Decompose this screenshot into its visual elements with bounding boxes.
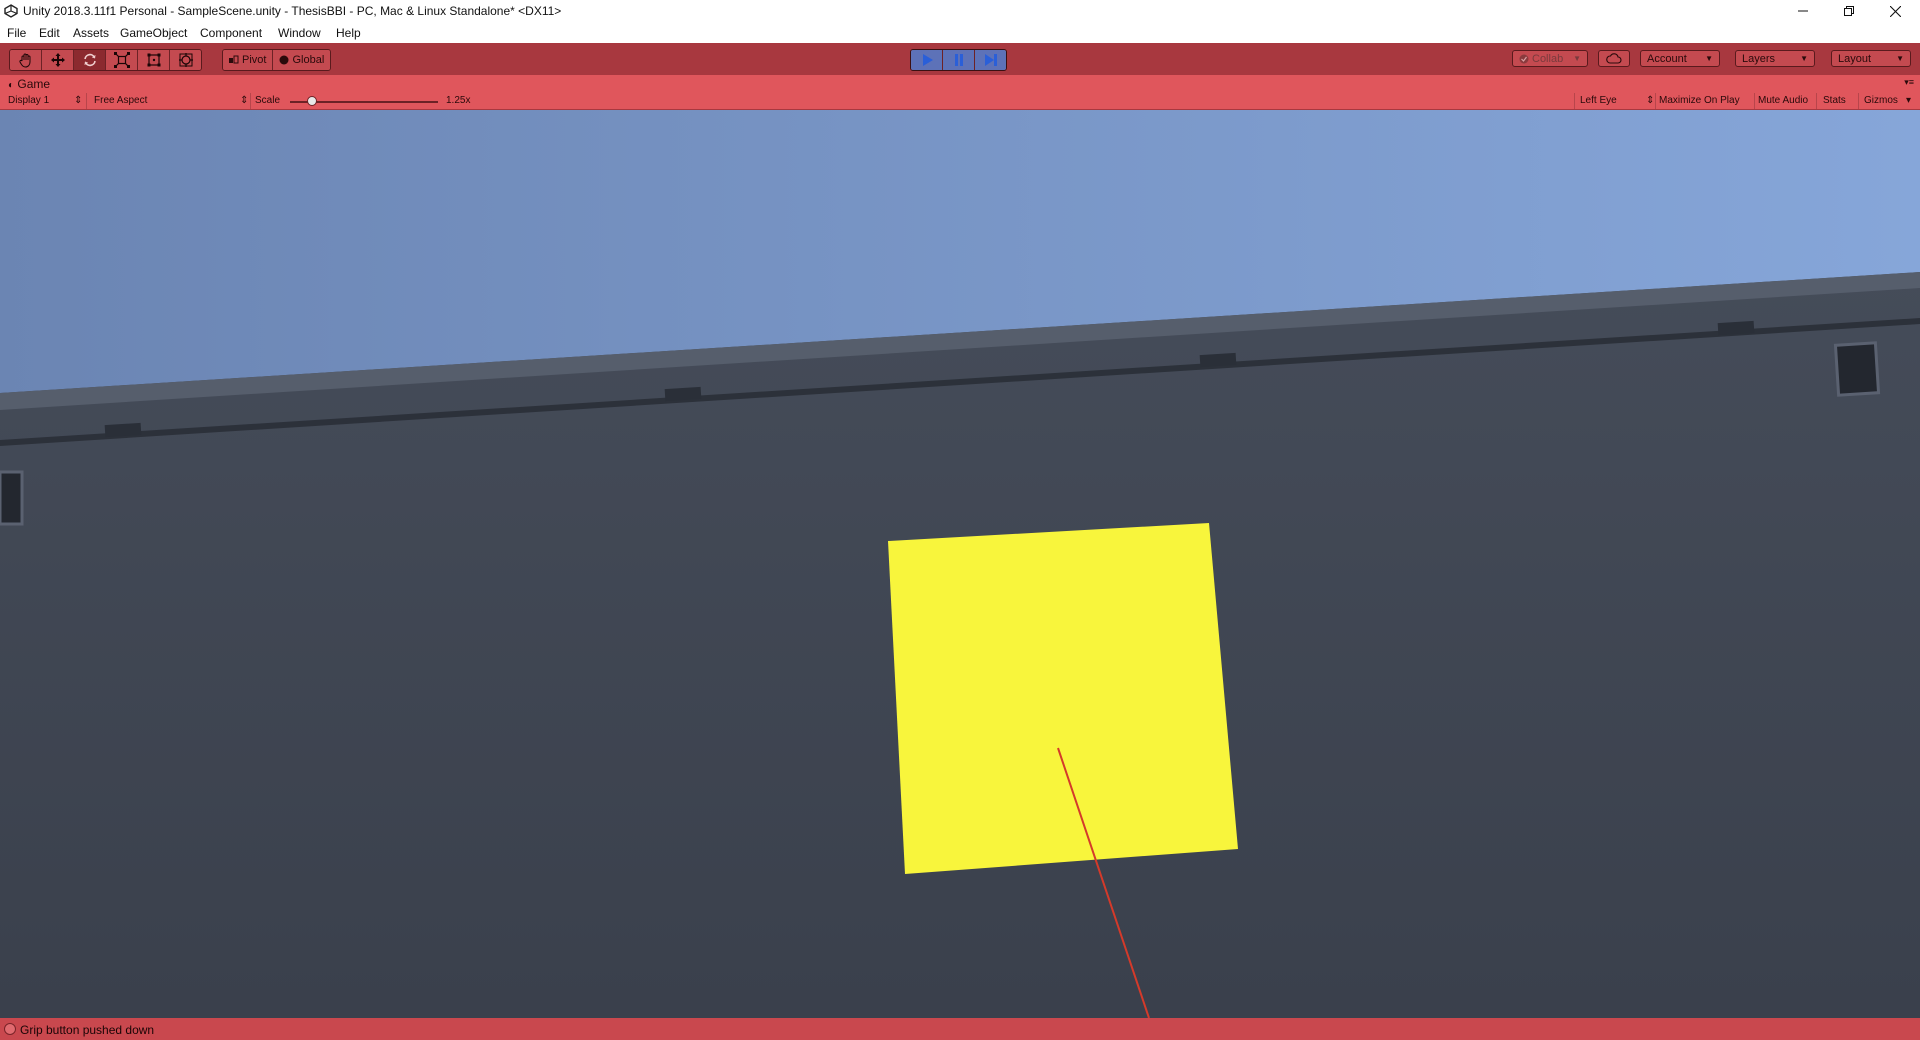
minimize-button[interactable] (1780, 0, 1826, 22)
scale-value: 1.25x (446, 95, 471, 106)
layers-dropdown[interactable]: Layers ▼ (1735, 50, 1815, 67)
play-button[interactable] (911, 50, 943, 70)
display-dropdown[interactable]: Display 1 (8, 95, 49, 106)
collab-dropdown[interactable]: Collab ▼ (1512, 50, 1588, 67)
game-tab-label: Game (17, 77, 51, 91)
menu-file[interactable]: File (7, 26, 26, 40)
pivot-global-group: Pivot Global (222, 49, 332, 71)
vent (1199, 352, 1237, 368)
chevron-down-icon: ▾ (1906, 95, 1912, 106)
game-tab-bar: ◐ Game ▾≡ (0, 75, 1920, 93)
chevron-updown-icon: ⇕ (1646, 95, 1655, 106)
window-title: Unity 2018.3.11f1 Personal - SampleScene… (23, 4, 562, 18)
menu-component[interactable]: Component (200, 26, 262, 40)
aspect-dropdown[interactable]: Free Aspect (94, 95, 147, 106)
mute-audio-toggle[interactable]: Mute Audio (1758, 95, 1808, 106)
close-icon (1889, 5, 1901, 17)
pause-icon (954, 54, 963, 66)
separator (1754, 93, 1755, 109)
info-icon (4, 1023, 16, 1035)
window-opening (1833, 341, 1881, 397)
layout-label: Layout (1838, 52, 1872, 65)
separator (1816, 93, 1817, 109)
vent (664, 386, 702, 402)
separator (1858, 93, 1859, 109)
chevron-updown-icon: ⇕ (74, 95, 83, 106)
rotate-tool-icon (83, 53, 96, 67)
menu-window[interactable]: Window (278, 26, 321, 40)
separator (86, 93, 87, 109)
yellow-panel (888, 523, 1238, 874)
layout-dropdown[interactable]: Layout ▼ (1831, 50, 1911, 67)
scale-label: Scale (255, 95, 281, 106)
rect-tool-button[interactable] (138, 50, 170, 70)
account-label: Account (1647, 52, 1687, 65)
cloud-button[interactable] (1598, 50, 1630, 67)
eye-dropdown[interactable]: Left Eye (1580, 95, 1617, 106)
play-icon (922, 54, 933, 66)
scale-tool-icon (113, 52, 130, 68)
step-button[interactable] (975, 50, 1006, 70)
move-tool-button[interactable] (42, 50, 74, 70)
vent (1717, 320, 1755, 336)
menu-assets[interactable]: Assets (73, 26, 109, 40)
rotate-tool-button[interactable] (74, 50, 106, 70)
chevron-down-icon: ▼ (1705, 54, 1713, 63)
menu-edit[interactable]: Edit (39, 26, 60, 40)
global-label: Global (292, 54, 325, 66)
scale-tool-button[interactable] (106, 50, 138, 70)
checkmark-icon (1519, 54, 1529, 63)
separator (1574, 93, 1575, 109)
step-icon (984, 54, 997, 66)
vent (104, 422, 142, 438)
close-button[interactable] (1872, 0, 1918, 22)
separator (250, 93, 251, 109)
hand-tool-button[interactable] (10, 50, 42, 70)
tab-game[interactable]: ◐ Game (8, 77, 50, 91)
account-dropdown[interactable]: Account ▼ (1640, 50, 1720, 67)
pivot-toggle[interactable]: Pivot (223, 50, 274, 70)
globe-icon (279, 55, 289, 65)
global-toggle[interactable]: Global (273, 50, 331, 70)
move-tool-icon (50, 53, 65, 67)
pivot-label: Pivot (242, 54, 267, 66)
transform-tools (9, 49, 202, 71)
status-bar: Grip button pushed down (0, 1018, 1920, 1040)
game-scene (0, 110, 1920, 1018)
game-viewport[interactable] (0, 110, 1920, 1018)
pause-button[interactable] (943, 50, 975, 70)
hand-tool-icon (18, 53, 30, 68)
playback-controls (910, 49, 1007, 71)
cloud-icon (1606, 53, 1622, 64)
scale-slider-thumb[interactable] (307, 96, 317, 106)
status-message[interactable]: Grip button pushed down (20, 1023, 154, 1037)
maximize-on-play-toggle[interactable]: Maximize On Play (1659, 95, 1740, 106)
restore-icon (1844, 6, 1854, 16)
menu-help[interactable]: Help (336, 26, 361, 40)
transform-tool-button[interactable] (170, 50, 201, 70)
chevron-down-icon: ▼ (1800, 54, 1808, 63)
game-tab-icon: ◐ (8, 80, 15, 91)
menu-gameobject[interactable]: GameObject (120, 26, 187, 40)
window-opening (0, 470, 24, 526)
collab-label: Collab (1532, 52, 1564, 65)
chevron-down-icon: ▼ (1896, 54, 1904, 63)
tab-menu-icon[interactable]: ▾≡ (1904, 77, 1914, 88)
chevron-updown-icon: ⇕ (240, 95, 249, 106)
main-toolbar: Pivot Global Collab ▼ Account ▼ Layers ▼… (0, 43, 1920, 76)
game-controls-bar: Display 1 ⇕ Free Aspect ⇕ Scale 1.25x Le… (0, 93, 1920, 110)
minimize-icon (1798, 10, 1808, 12)
rect-tool-icon (147, 53, 160, 67)
transform-tool-icon (178, 53, 193, 67)
restore-button[interactable] (1826, 0, 1872, 22)
gizmos-dropdown[interactable]: Gizmos (1864, 95, 1898, 106)
chevron-down-icon: ▼ (1573, 54, 1581, 63)
unity-logo-icon (4, 4, 18, 18)
title-bar: Unity 2018.3.11f1 Personal - SampleScene… (0, 0, 1920, 22)
pivot-icon (229, 55, 239, 64)
menu-bar: File Edit Assets GameObject Component Wi… (0, 22, 1920, 43)
stats-toggle[interactable]: Stats (1823, 95, 1846, 106)
separator (1655, 93, 1656, 109)
layers-label: Layers (1742, 52, 1776, 65)
